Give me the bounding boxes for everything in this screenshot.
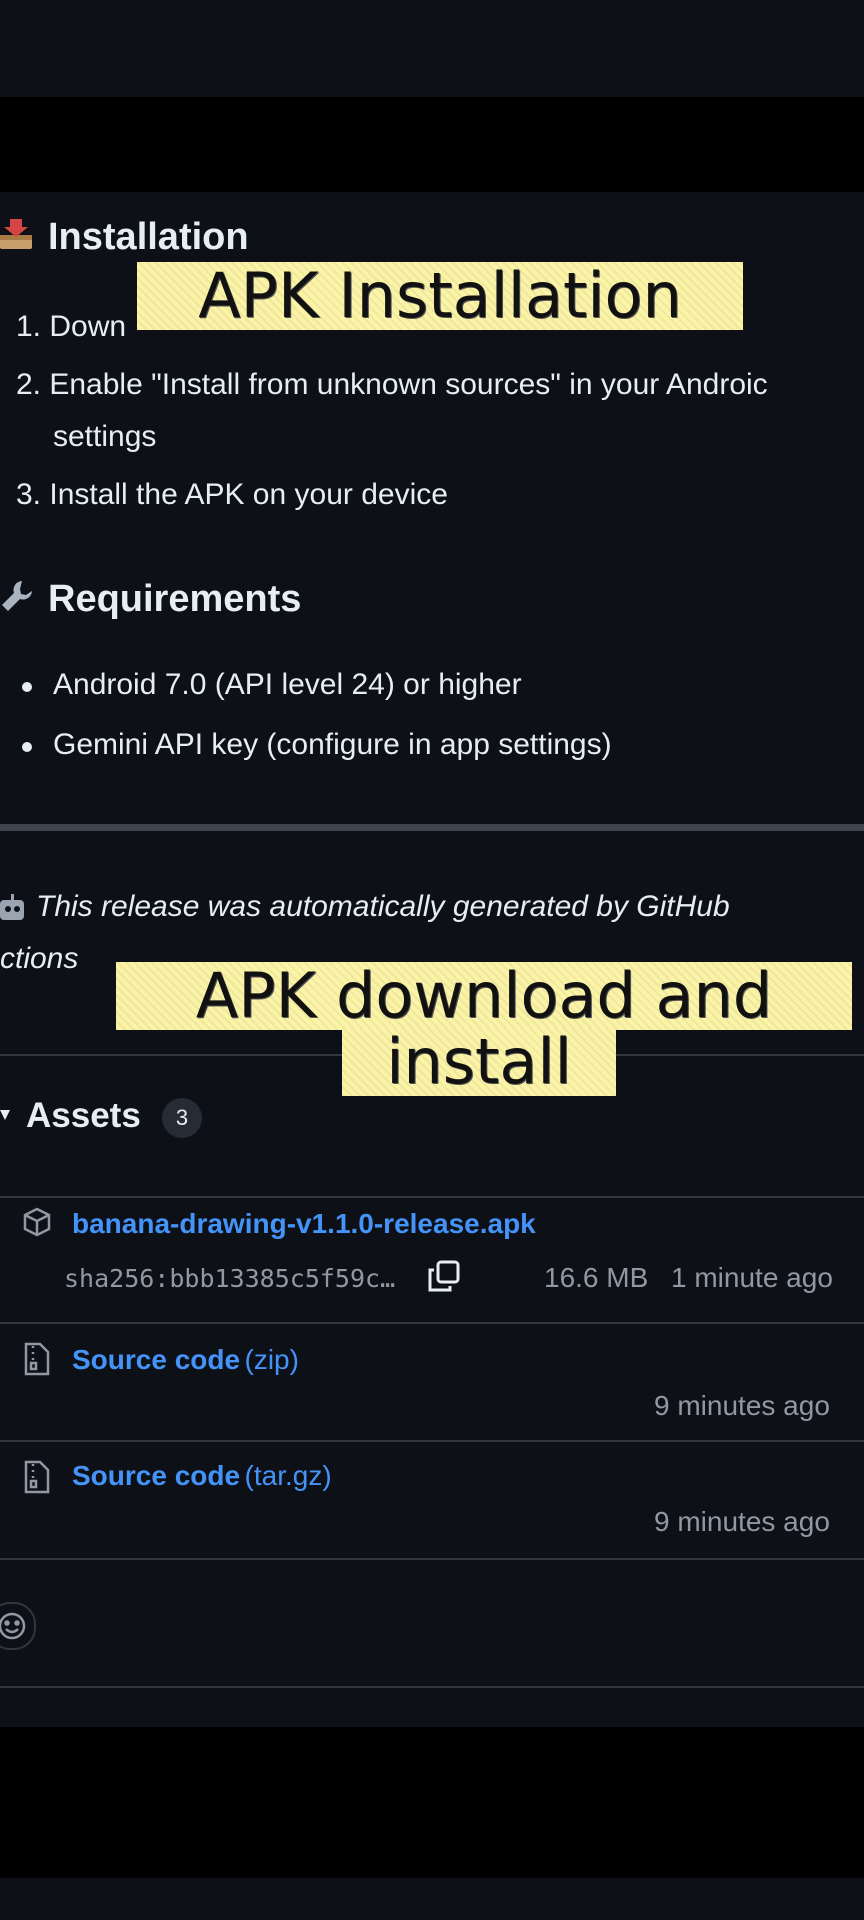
bottom-letterbox — [0, 1878, 864, 1920]
file-zip-icon — [22, 1460, 50, 1499]
robot-icon — [0, 892, 26, 926]
top-letterbox — [0, 0, 864, 97]
requirements-heading: Requirements — [48, 578, 302, 620]
copy-icon[interactable] — [426, 1258, 462, 1299]
package-icon — [22, 1207, 52, 1242]
overlay-caption-bottom-line1: APK download and — [116, 962, 852, 1030]
install-step-1: 1. Down — [16, 310, 127, 343]
section-divider — [0, 824, 864, 831]
asset-targz-link[interactable]: Source code (tar.gz) — [72, 1460, 332, 1492]
requirement-item: Gemini API key (configure in app setting… — [53, 728, 612, 761]
asset-size: 16.6 MB — [544, 1262, 649, 1293]
divider — [0, 1196, 864, 1198]
file-zip-icon — [22, 1342, 50, 1381]
divider — [0, 1440, 864, 1442]
asset-targz-ext[interactable]: (tar.gz) — [245, 1460, 332, 1491]
install-step-2: 2. Enable "Install from unknown sources"… — [16, 368, 768, 401]
installation-heading: Installation — [48, 216, 249, 258]
asset-sha: sha256:bbb13385c5f59c… — [64, 1264, 396, 1293]
divider — [0, 1686, 864, 1688]
requirement-item: Android 7.0 (API level 24) or higher — [53, 668, 522, 701]
install-step-2-cont: settings — [53, 420, 157, 453]
assets-heading[interactable]: Assets — [26, 1096, 141, 1136]
asset-time: 1 minute ago — [671, 1262, 833, 1293]
release-note-line1: This release was automatically generated… — [36, 890, 730, 923]
asset-time: 9 minutes ago — [654, 1506, 830, 1537]
install-step-3: 3. Install the APK on your device — [16, 478, 448, 511]
release-page: Installation 1. Down 2. Enable "Install … — [0, 192, 864, 1727]
triangle-down-icon[interactable] — [0, 1110, 10, 1120]
asset-time: 9 minutes ago — [654, 1390, 830, 1421]
asset-zip-name[interactable]: Source code — [72, 1344, 240, 1375]
wrench-icon — [0, 579, 34, 613]
bullet — [22, 742, 32, 752]
inbox-tray-icon — [0, 217, 34, 251]
asset-apk-link[interactable]: banana-drawing-v1.1.0-release.apk — [72, 1208, 536, 1240]
smiley-icon[interactable] — [0, 1602, 36, 1650]
overlay-caption-top: APK Installation — [137, 262, 743, 330]
release-note-line2: ctions — [0, 942, 79, 975]
overlay-caption-bottom-line2: install — [342, 1028, 616, 1096]
top-black-bar — [0, 97, 864, 192]
divider — [0, 1558, 864, 1560]
asset-zip-link[interactable]: Source code (zip) — [72, 1344, 299, 1376]
asset-zip-ext[interactable]: (zip) — [245, 1344, 299, 1375]
divider — [0, 1322, 864, 1324]
bottom-black-bar — [0, 1727, 864, 1878]
bullet — [22, 682, 32, 692]
assets-count-badge: 3 — [162, 1098, 202, 1138]
asset-targz-name[interactable]: Source code — [72, 1460, 240, 1491]
